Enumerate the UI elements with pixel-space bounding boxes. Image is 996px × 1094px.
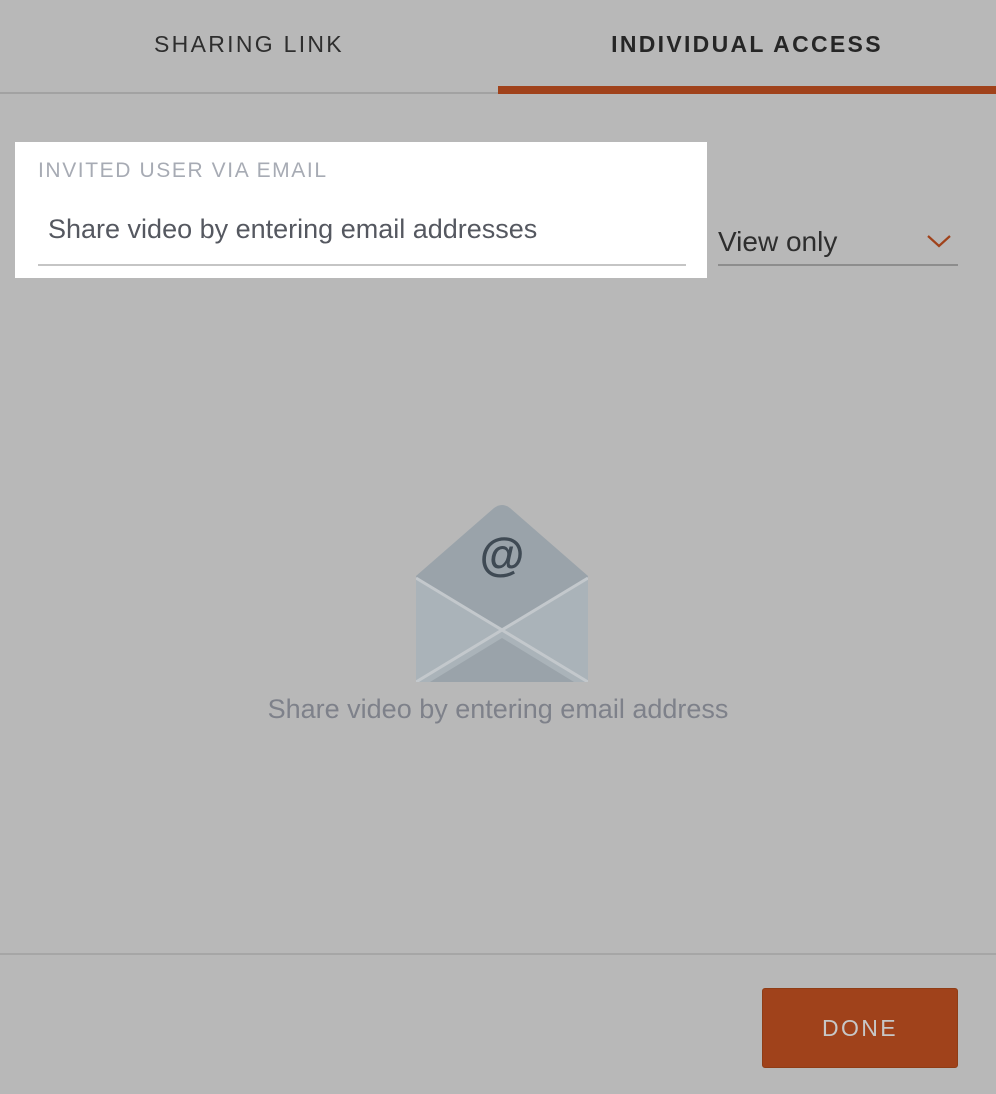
envelope-at-icon: @	[416, 505, 588, 682]
email-input[interactable]	[38, 208, 686, 266]
done-button[interactable]: DONE	[762, 988, 958, 1068]
at-symbol: @	[480, 528, 525, 580]
tab-sharing-link-label: SHARING LINK	[154, 30, 344, 57]
tab-individual-access[interactable]: INDIVIDUAL ACCESS	[498, 0, 996, 94]
chevron-down-icon	[926, 233, 952, 249]
invite-field-label: INVITED USER VIA EMAIL	[38, 159, 328, 182]
share-dialog: SHARING LINK INDIVIDUAL ACCESS INVITED U…	[0, 0, 996, 1094]
tab-sharing-link[interactable]: SHARING LINK	[0, 0, 498, 92]
empty-state-message: Share video by entering email address	[267, 694, 729, 724]
empty-state: @ Share video by entering email address	[0, 490, 996, 750]
permission-selected-value: View only	[718, 226, 838, 257]
invite-email-card: INVITED USER VIA EMAIL	[15, 142, 707, 278]
permission-select[interactable]: View only	[718, 218, 958, 266]
tab-individual-access-label: INDIVIDUAL ACCESS	[611, 30, 883, 57]
share-tabs: SHARING LINK INDIVIDUAL ACCESS	[0, 0, 996, 94]
active-tab-indicator	[498, 86, 996, 94]
footer-divider	[0, 953, 996, 955]
